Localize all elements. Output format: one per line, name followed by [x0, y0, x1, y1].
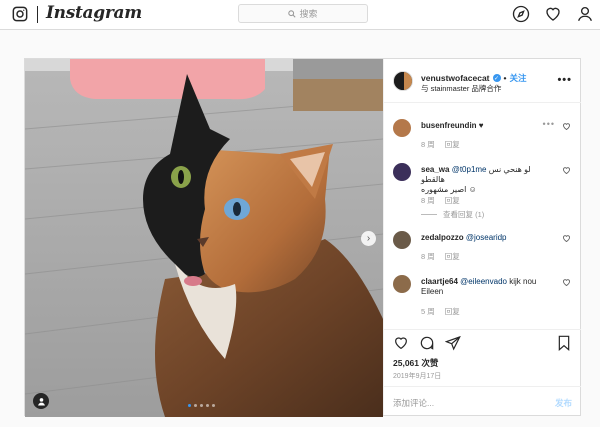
post-header: venustwofacecat ✓ • 关注 与 stainmaster 品牌合…: [384, 59, 581, 103]
comment-meta: 5 周 回复: [421, 306, 460, 317]
reply-button[interactable]: 回复: [445, 251, 460, 262]
comment-body: ♥: [478, 121, 484, 130]
carousel-dot: [212, 404, 215, 407]
search-icon: [288, 9, 297, 18]
comment-like-icon[interactable]: [562, 234, 571, 243]
person-tag-icon: [37, 397, 45, 406]
replies-line: [421, 214, 437, 215]
view-replies-button[interactable]: 查看回复 (1): [421, 209, 484, 220]
view-replies-label: 查看回复 (1): [443, 210, 485, 219]
follow-button[interactable]: 关注: [509, 72, 526, 84]
bookmark-icon: [558, 335, 570, 351]
verified-badge-icon: ✓: [492, 74, 501, 82]
compass-icon[interactable]: [512, 5, 530, 23]
commenter-avatar[interactable]: [393, 163, 411, 181]
next-photo-button[interactable]: ›: [361, 231, 376, 246]
comment-bubble-icon[interactable]: [419, 335, 435, 351]
carousel-dot: [188, 404, 191, 407]
author-avatar[interactable]: [393, 71, 413, 91]
share-plane-icon[interactable]: [445, 335, 461, 351]
save-button[interactable]: [556, 335, 572, 351]
comment-mention[interactable]: @josearidp: [466, 233, 507, 242]
partnership-label[interactable]: 与 stainmaster 品牌合作: [421, 83, 501, 94]
tagged-user-button[interactable]: [33, 393, 49, 409]
commenter-username[interactable]: busenfreundin: [421, 121, 477, 130]
comment-body-line2: اصير مشهوره ☺: [421, 185, 477, 194]
post-actions: 25,061 次赞 2019年9月17日 添加评论... 发布: [384, 329, 581, 415]
comment-text: busenfreundin ♥: [421, 121, 551, 131]
top-navbar: Instagram 搜索: [0, 0, 600, 30]
heart-icon[interactable]: [544, 5, 562, 23]
more-options-icon[interactable]: •••: [557, 74, 572, 86]
comment-text: zedalpozzo @josearidp: [421, 233, 551, 243]
commenter-username[interactable]: sea_wa: [421, 165, 449, 174]
comment-like-icon[interactable]: [562, 166, 571, 175]
comment-more-icon[interactable]: •••: [543, 119, 555, 129]
add-comment-bar: 添加评论... 发布: [384, 386, 581, 416]
carousel-indicators: [188, 404, 215, 407]
add-comment-input[interactable]: 添加评论...: [393, 397, 434, 409]
author-username[interactable]: venustwofacecat: [421, 73, 490, 83]
reply-button[interactable]: 回复: [445, 195, 460, 206]
search-input[interactable]: 搜索: [238, 4, 368, 23]
nav-icons: [512, 5, 594, 23]
comment-meta: 8 周 回复: [421, 195, 460, 206]
comment-time: 5 周: [421, 307, 435, 316]
comment-mention[interactable]: @eileenvado: [460, 277, 507, 286]
like-heart-icon[interactable]: [393, 335, 409, 351]
separator: •: [503, 73, 507, 83]
post-sidebar: venustwofacecat ✓ • 关注 与 stainmaster 品牌合…: [383, 59, 581, 415]
commenter-username[interactable]: claartje64: [421, 277, 458, 286]
logo-divider: [37, 6, 38, 23]
likes-count[interactable]: 25,061 次赞: [393, 357, 438, 369]
carousel-dot: [194, 404, 197, 407]
comment-meta: 8 周 回复: [421, 251, 460, 262]
commenter-username[interactable]: zedalpozzo: [421, 233, 464, 242]
action-icons: [393, 335, 461, 351]
post-card: › venustwofacecat ✓ • 关注 与 stainmaster 品…: [24, 58, 581, 417]
comment-time: 8 周: [421, 252, 435, 261]
commenter-avatar[interactable]: [393, 119, 411, 137]
carousel-dot: [206, 404, 209, 407]
instagram-camera-icon[interactable]: [12, 6, 28, 22]
reply-button[interactable]: 回复: [445, 306, 460, 317]
comment-time: 8 周: [421, 196, 435, 205]
instagram-wordmark[interactable]: Instagram: [46, 3, 142, 23]
commenter-avatar[interactable]: [393, 275, 411, 293]
profile-icon[interactable]: [576, 5, 594, 23]
search-placeholder: 搜索: [299, 9, 318, 19]
post-date: 2019年9月17日: [393, 373, 442, 380]
comment-time: 8 周: [421, 140, 435, 149]
commenter-avatar[interactable]: [393, 231, 411, 249]
comment-text: sea_wa @t0p1me لو هنحي نس هالقطو اصير مش…: [421, 165, 551, 195]
comment-like-icon[interactable]: [562, 122, 571, 131]
post-photo[interactable]: ›: [25, 59, 383, 417]
reply-button[interactable]: 回复: [445, 139, 460, 150]
comment-mention[interactable]: @t0p1me: [452, 165, 487, 174]
post-comment-button[interactable]: 发布: [555, 397, 572, 409]
comment-like-icon[interactable]: [562, 278, 571, 287]
carousel-dot: [200, 404, 203, 407]
two-face-cat-image: [25, 59, 383, 417]
comment-text: claartje64 @eileenvado kijk nou Eileen: [421, 277, 551, 297]
comment-meta: 8 周 回复: [421, 139, 460, 150]
